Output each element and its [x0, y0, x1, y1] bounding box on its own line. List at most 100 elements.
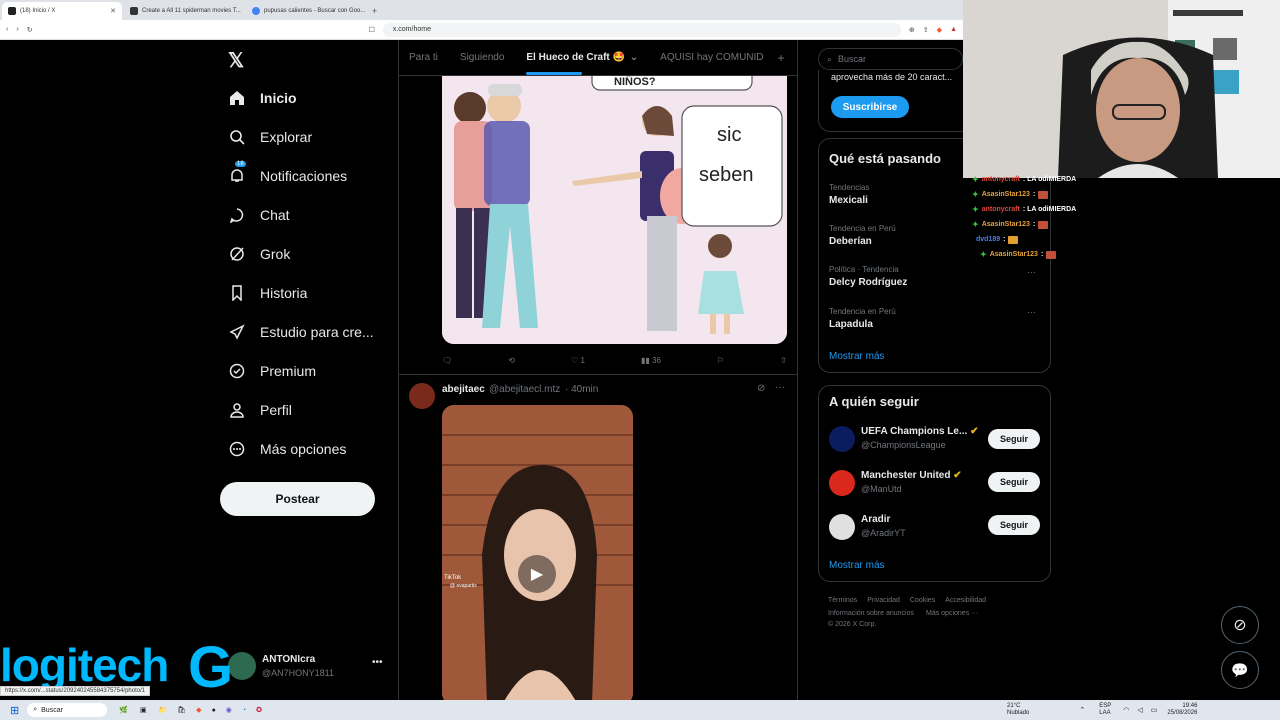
brave-shield-icon[interactable]: ◆ — [937, 26, 942, 34]
share-icon[interactable]: ⇪ — [923, 26, 929, 34]
tiktok-watermark: TikTok — [444, 575, 462, 581]
search-input[interactable]: ⌕ Buscar — [818, 48, 963, 70]
new-tab-icon[interactable]: + — [372, 6, 377, 16]
weather-widget[interactable]: 21°C Nublado — [1007, 703, 1029, 717]
follow-button[interactable]: Seguir — [988, 429, 1040, 449]
grok-icon: ⊘ — [1233, 617, 1247, 634]
zoom-icon[interactable]: ⊕ — [909, 26, 915, 34]
edge-icon[interactable]: ◔ — [242, 707, 246, 714]
post-image[interactable]: NIÑOS? sic seben — [442, 76, 787, 344]
nav-label: Chat — [260, 207, 290, 223]
steam-icon[interactable]: ● — [212, 707, 216, 714]
follow-button[interactable]: Seguir — [988, 515, 1040, 535]
verified-icon — [228, 362, 246, 380]
chat-user: dvd189 — [976, 236, 1001, 243]
more-dots-icon[interactable]: ••• — [372, 657, 383, 668]
trends-show-more-link[interactable]: Mostrar más — [829, 351, 885, 362]
footer-link-cookies[interactable]: Cookies — [910, 597, 935, 604]
bookmark-page-icon[interactable]: ☐ — [369, 26, 375, 34]
brave-rewards-icon[interactable]: ▲ — [950, 26, 957, 33]
brave-icon[interactable]: ◆ — [196, 706, 201, 714]
discord-icon[interactable]: ◉ — [226, 706, 232, 714]
reload-icon[interactable]: ↻ — [27, 26, 33, 34]
nav-more[interactable]: Más opciones — [228, 440, 346, 458]
browser-tab[interactable]: Create a All 11 spiderman movies T... ✕ — [124, 2, 244, 20]
tray-chevron-icon[interactable]: ⌃ — [1079, 706, 1085, 714]
nav-bookmarks[interactable]: Historia — [228, 284, 307, 302]
footer-link-ads-info[interactable]: Información sobre anuncios — [828, 610, 914, 617]
bookmark-icon — [228, 284, 246, 302]
tab-community[interactable]: AQUISI hay COMUNID — [660, 52, 763, 63]
add-tab-icon[interactable]: + — [778, 51, 785, 65]
trend-item[interactable]: Tendencias Mexicali — [829, 183, 869, 206]
follow-name[interactable]: Aradir — [861, 514, 890, 525]
tab-community-selected[interactable]: El Hueco de Craft 🤩 ⌄ — [526, 52, 638, 75]
nav-home[interactable]: Inicio — [228, 89, 297, 107]
nav-profile[interactable]: Perfil — [228, 401, 292, 419]
follow-name[interactable]: Manchester United ✔ — [861, 470, 962, 481]
avatar[interactable] — [829, 470, 855, 496]
store-icon[interactable]: 🛍 — [177, 706, 186, 714]
post-author-handle[interactable]: @abejitaecl.mtz — [489, 384, 560, 395]
browser-tab[interactable]: pupusas calientes - Buscar con Goo... ✕ — [246, 2, 366, 20]
view-count: 36 — [652, 355, 661, 365]
browser-tab-active[interactable]: (18) Inicio / X ✕ — [2, 2, 122, 20]
back-icon[interactable]: ‹ — [6, 26, 8, 33]
nav-label: Explorar — [260, 129, 313, 145]
windows-start-icon[interactable]: ⊞ — [10, 704, 19, 717]
taskbar-search-input[interactable]: ⌕ Buscar — [27, 703, 108, 717]
volume-icon[interactable]: ◁ — [1137, 706, 1142, 714]
footer-link-terms[interactable]: Términos — [828, 597, 857, 604]
tab-for-you[interactable]: Para ti — [409, 52, 438, 63]
post-video[interactable]: TikTok @ evapartis ▶ — [442, 405, 633, 700]
subscribe-button[interactable]: Suscribirse — [831, 96, 909, 118]
share-post-icon[interactable]: ⇧ — [780, 356, 787, 365]
follow-name[interactable]: UEFA Champions Le... ✔ — [861, 426, 978, 437]
nav-explore[interactable]: Explorar — [228, 128, 312, 146]
tab-following[interactable]: Siguiendo — [460, 52, 504, 63]
post-author-name[interactable]: abejitaec — [442, 384, 485, 395]
avatar[interactable] — [829, 514, 855, 540]
nav-grok[interactable]: Grok — [228, 245, 290, 263]
bookmark-post-icon[interactable]: ⚐ — [717, 356, 724, 365]
nav-chat[interactable]: Chat — [228, 206, 290, 224]
footer-link-privacy[interactable]: Privacidad — [867, 597, 900, 604]
obs-icon[interactable]: ✪ — [256, 706, 262, 714]
trend-item[interactable]: Tendencia en Perú Deberían — [829, 224, 896, 247]
language-indicator[interactable]: ESP LAA — [1099, 703, 1111, 717]
tab-label: Create a All 11 spiderman movies T... — [142, 8, 241, 14]
nav-premium[interactable]: Premium — [228, 362, 316, 380]
views-button[interactable]: ▮▮ 36 — [641, 356, 661, 365]
battery-icon[interactable]: ▭ — [1151, 706, 1158, 714]
grok-fab-button[interactable]: ⊘ — [1221, 606, 1259, 644]
repost-icon[interactable]: ⟲ — [508, 356, 515, 365]
clock[interactable]: 19:46 25/08/2026 — [1167, 703, 1197, 717]
url-input[interactable]: x.com/home — [382, 22, 901, 37]
nav-creator-studio[interactable]: Estudio para cre... — [228, 323, 374, 341]
trend-item[interactable]: Política · Tendencia Delcy Rodríguez — [829, 265, 907, 288]
trend-more-icon[interactable]: ··· — [1027, 267, 1036, 277]
close-tab-icon[interactable]: ✕ — [110, 7, 116, 15]
play-icon[interactable]: ▶ — [518, 555, 556, 593]
reply-icon[interactable]: 🗨 — [442, 356, 452, 365]
grok-explain-icon[interactable]: ⊘ — [757, 383, 765, 394]
widgets-icon[interactable]: 🌿 — [119, 706, 128, 714]
messages-fab-button[interactable]: 💬 — [1221, 651, 1259, 689]
nav-notifications[interactable]: 18 Notificaciones — [228, 161, 347, 185]
avatar[interactable] — [409, 383, 435, 409]
trend-more-icon[interactable]: ··· — [1027, 307, 1036, 317]
wifi-icon[interactable]: ◠ — [1123, 706, 1129, 714]
footer-link-accessibility[interactable]: Accesibilidad — [945, 597, 986, 604]
task-view-icon[interactable]: ▣ — [140, 706, 147, 714]
follow-show-more-link[interactable]: Mostrar más — [829, 560, 885, 571]
post-timestamp[interactable]: · 40min — [565, 384, 598, 395]
follow-button[interactable]: Seguir — [988, 472, 1040, 492]
like-button[interactable]: ♡ 1 — [571, 356, 585, 365]
forward-icon[interactable]: › — [16, 26, 18, 33]
footer-link-more[interactable]: Más opciones ··· — [926, 610, 978, 617]
post-button[interactable]: Postear — [220, 482, 375, 516]
avatar[interactable] — [829, 426, 855, 452]
file-explorer-icon[interactable]: 📁 — [159, 706, 168, 714]
trend-item[interactable]: Tendencia en Perú Lapadula — [829, 307, 896, 330]
more-dots-icon[interactable]: ··· — [775, 382, 785, 393]
